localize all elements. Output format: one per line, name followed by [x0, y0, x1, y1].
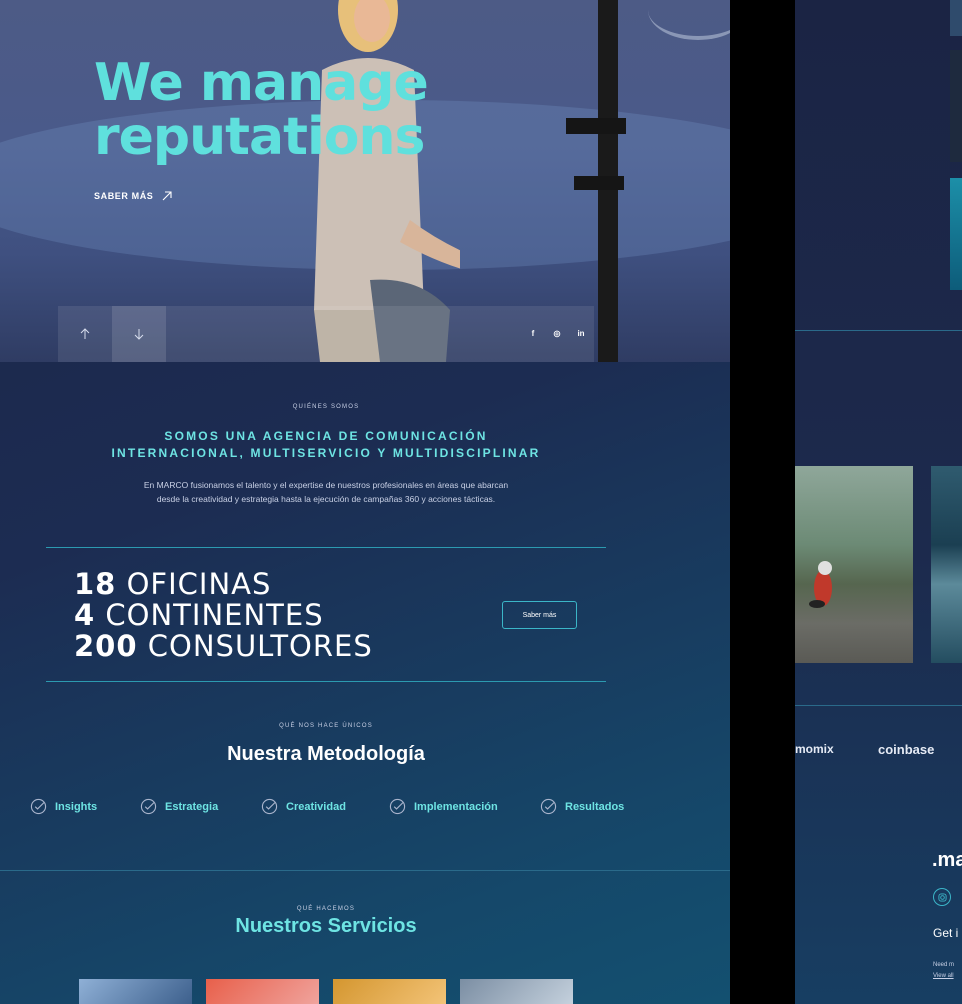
- instagram-icon[interactable]: ◎: [552, 326, 562, 340]
- check-circle-icon: [389, 798, 406, 815]
- check-circle-icon: [261, 798, 278, 815]
- website-mockup-right: momix coinbase .ma Get i Need m View all: [795, 0, 962, 1004]
- check-circle-icon: [30, 798, 47, 815]
- stat-label: OFICINAS: [126, 567, 272, 601]
- methodology-item-label: Implementación: [414, 800, 498, 813]
- stat-continents: 4 CONTINENTES: [74, 600, 324, 631]
- motorcycle-race-image[interactable]: [795, 466, 913, 663]
- about-description: En MARCO fusionamos el talento y el expe…: [113, 478, 539, 506]
- image-tile: [950, 50, 962, 162]
- section-divider: [795, 330, 962, 331]
- stat-number: 200: [74, 629, 138, 663]
- services-eyebrow: QUÉ HACEMOS: [296, 906, 356, 912]
- stat-label: CONSULTORES: [147, 629, 373, 663]
- methodology-item: Insights: [30, 798, 97, 815]
- website-mockup-left: We manage reputations SABER MÁS f ◎ in Q…: [0, 0, 730, 1004]
- hero-section: We manage reputations SABER MÁS f ◎ in: [0, 0, 730, 362]
- image-tile: [950, 178, 962, 290]
- methodology-item-label: Insights: [55, 800, 98, 813]
- service-card-image[interactable]: [206, 979, 319, 1004]
- hero-cta-label: SABER MÁS: [94, 191, 154, 201]
- check-circle-icon: [140, 798, 157, 815]
- hero-saber-mas-link[interactable]: SABER MÁS: [94, 190, 173, 202]
- slide-down-button[interactable]: [112, 306, 166, 362]
- about-title-line: SOMOS UNA AGENCIA DE COMUNICACIÓN: [164, 429, 488, 443]
- arrow-down-icon: [134, 329, 144, 340]
- about-description-line: En MARCO fusionamos el talento y el expe…: [143, 480, 509, 490]
- stat-consultants: 200 CONSULTORES: [74, 631, 373, 662]
- instagram-icon[interactable]: [933, 888, 951, 906]
- stat-label: CONTINENTES: [105, 598, 324, 632]
- methodology-item: Implementación: [389, 798, 498, 815]
- motorcycle-illustration: [809, 561, 832, 608]
- facebook-icon[interactable]: f: [528, 326, 538, 340]
- stat-offices: 18 OFICINAS: [74, 569, 271, 600]
- slide-up-button[interactable]: [58, 306, 112, 362]
- service-card-image[interactable]: [79, 979, 192, 1004]
- stat-number: 4: [74, 598, 96, 632]
- methodology-title: Nuestra Metodología: [227, 743, 425, 765]
- client-logo: momix: [795, 742, 834, 756]
- section-divider: [0, 870, 730, 871]
- service-card-image[interactable]: [333, 979, 446, 1004]
- about-title-line: INTERNACIONAL, MULTISERVICIO Y MULTIDISC…: [111, 446, 541, 460]
- arrow-up-icon: [80, 328, 90, 339]
- arrow-up-right-icon: [163, 191, 172, 201]
- hero-photo-stand-arm: [566, 118, 626, 134]
- services-title: Nuestros Servicios: [235, 915, 417, 937]
- ocean-wave-image[interactable]: [931, 466, 962, 663]
- about-title: SOMOS UNA AGENCIA DE COMUNICACIÓN INTERN…: [0, 428, 652, 462]
- about-description-line: desde la creatividad y estrategia hasta …: [156, 494, 496, 504]
- methodology-list: Insights Estrategia Creatividad Implemen…: [30, 798, 650, 818]
- stats-saber-mas-button[interactable]: Saber más: [502, 601, 577, 629]
- linkedin-icon[interactable]: in: [576, 326, 586, 340]
- image-tile: [950, 0, 962, 36]
- footer-heading: Get i: [933, 926, 959, 940]
- hero-control-bar: f ◎ in: [58, 306, 594, 362]
- methodology-item-label: Creatividad: [286, 800, 346, 813]
- footer-brand-logo: .ma: [932, 849, 962, 871]
- check-circle-icon: [540, 798, 557, 815]
- hero-title: We manage reputations: [94, 53, 429, 167]
- methodology-item: Resultados: [540, 798, 624, 815]
- hero-photo-stand-arm: [574, 176, 624, 190]
- methodology-item: Creatividad: [261, 798, 346, 815]
- section-divider: [795, 705, 962, 706]
- about-eyebrow: QUIÉNES SOMOS: [292, 404, 360, 410]
- methodology-item-label: Resultados: [565, 800, 625, 813]
- methodology-item-label: Estrategia: [165, 800, 219, 813]
- footer-link[interactable]: View all: [933, 973, 954, 979]
- client-logo: coinbase: [878, 742, 935, 757]
- stats-box: 18 OFICINAS 4 CONTINENTES 200 CONSULTORE…: [46, 547, 606, 682]
- footer-text: Need m: [933, 962, 955, 968]
- hero-backdrop-logo: [648, 0, 730, 40]
- social-links: f ◎ in: [528, 326, 586, 340]
- service-card-image[interactable]: [460, 979, 573, 1004]
- stat-number: 18: [74, 567, 117, 601]
- methodology-item: Estrategia: [140, 798, 218, 815]
- methodology-eyebrow: QUÉ NOS HACE ÚNICOS: [279, 723, 373, 729]
